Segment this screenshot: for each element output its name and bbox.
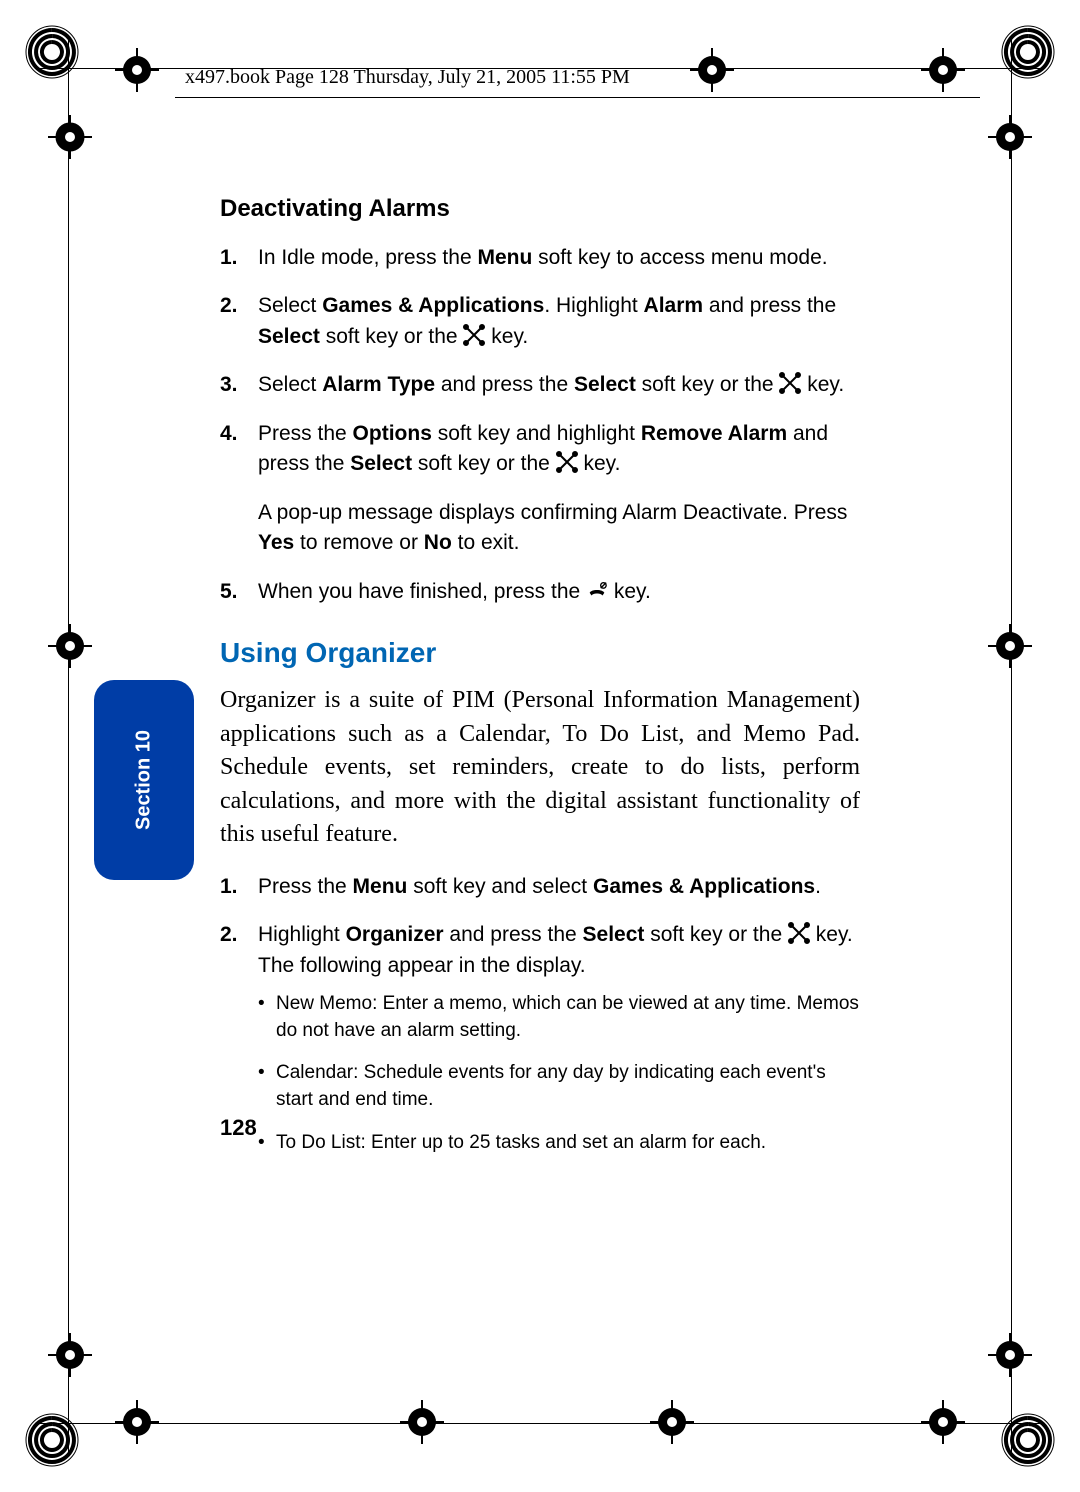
crop-line-left bbox=[68, 40, 69, 1452]
list-item: 1.In Idle mode, press the Menu soft key … bbox=[220, 243, 860, 273]
crosshair-icon bbox=[921, 1400, 965, 1444]
list-item: •Calendar: Schedule events for any day b… bbox=[258, 1060, 860, 1113]
alarms-step-list: 1.In Idle mode, press the Menu soft key … bbox=[220, 243, 860, 607]
end-key-icon bbox=[586, 579, 608, 601]
crop-line-right bbox=[1011, 40, 1012, 1452]
step-text: A pop-up message displays confirming Ala… bbox=[258, 498, 860, 559]
header-rule bbox=[175, 97, 980, 98]
step-text: Highlight Organizer and press the Select… bbox=[258, 923, 853, 976]
list-item: 5.When you have finished, press the key. bbox=[220, 577, 860, 607]
crosshair-icon bbox=[115, 1400, 159, 1444]
crosshair-icon bbox=[48, 624, 92, 668]
organizer-step-list: 1.Press the Menu soft key and select Gam… bbox=[220, 872, 860, 1172]
step-text: Select Games & Applications. Highlight A… bbox=[258, 291, 860, 352]
registration-mark-icon bbox=[24, 1412, 80, 1468]
step-text: Press the Options soft key and highlight… bbox=[258, 419, 860, 480]
crosshair-icon bbox=[690, 48, 734, 92]
list-item: 2.Select Games & Applications. Highlight… bbox=[220, 291, 860, 352]
step-text: Select Alarm Type and press the Select s… bbox=[258, 370, 860, 400]
section-tab: Section 10 bbox=[94, 680, 194, 880]
sub-item-text: To Do List: Enter up to 25 tasks and set… bbox=[276, 1130, 860, 1157]
ok-key-icon bbox=[788, 922, 810, 944]
crosshair-icon bbox=[48, 1333, 92, 1377]
ok-key-icon bbox=[779, 372, 801, 394]
step-text: When you have finished, press the key. bbox=[258, 577, 860, 607]
ok-key-icon bbox=[463, 324, 485, 346]
list-item: •To Do List: Enter up to 25 tasks and se… bbox=[258, 1130, 860, 1157]
list-item: 2. Highlight Organizer and press the Sel… bbox=[220, 920, 860, 1172]
list-item: 3.Select Alarm Type and press the Select… bbox=[220, 370, 860, 400]
organizer-sub-list: •New Memo: Enter a memo, which can be vi… bbox=[258, 991, 860, 1156]
running-header: x497.book Page 128 Thursday, July 21, 20… bbox=[185, 66, 630, 89]
list-item: •New Memo: Enter a memo, which can be vi… bbox=[258, 991, 860, 1044]
registration-mark-icon bbox=[1000, 1412, 1056, 1468]
sub-item-text: New Memo: Enter a memo, which can be vie… bbox=[276, 991, 860, 1044]
crosshair-icon bbox=[650, 1400, 694, 1444]
section-tab-label: Section 10 bbox=[133, 730, 156, 830]
crosshair-icon bbox=[400, 1400, 444, 1444]
crosshair-icon bbox=[115, 48, 159, 92]
sub-item-text: Calendar: Schedule events for any day by… bbox=[276, 1060, 860, 1113]
organizer-intro: Organizer is a suite of PIM (Personal In… bbox=[220, 684, 860, 852]
page-number: 128 bbox=[220, 1115, 257, 1141]
list-item: 1.Press the Menu soft key and select Gam… bbox=[220, 872, 860, 902]
crop-line-bottom bbox=[40, 1423, 1040, 1424]
crosshair-icon bbox=[988, 115, 1032, 159]
list-item: 4. Press the Options soft key and highli… bbox=[220, 419, 860, 559]
registration-mark-icon bbox=[1000, 24, 1056, 80]
crosshair-icon bbox=[988, 1333, 1032, 1377]
crosshair-icon bbox=[48, 115, 92, 159]
heading-deactivating-alarms: Deactivating Alarms bbox=[220, 195, 860, 223]
registration-mark-icon bbox=[24, 24, 80, 80]
crosshair-icon bbox=[988, 624, 1032, 668]
step-text: In Idle mode, press the Menu soft key to… bbox=[258, 243, 860, 273]
crosshair-icon bbox=[921, 48, 965, 92]
step-text: Press the Menu soft key and select Games… bbox=[258, 872, 860, 902]
ok-key-icon bbox=[556, 451, 578, 473]
heading-using-organizer: Using Organizer bbox=[220, 637, 860, 669]
page-content: Deactivating Alarms 1.In Idle mode, pres… bbox=[220, 195, 860, 1197]
